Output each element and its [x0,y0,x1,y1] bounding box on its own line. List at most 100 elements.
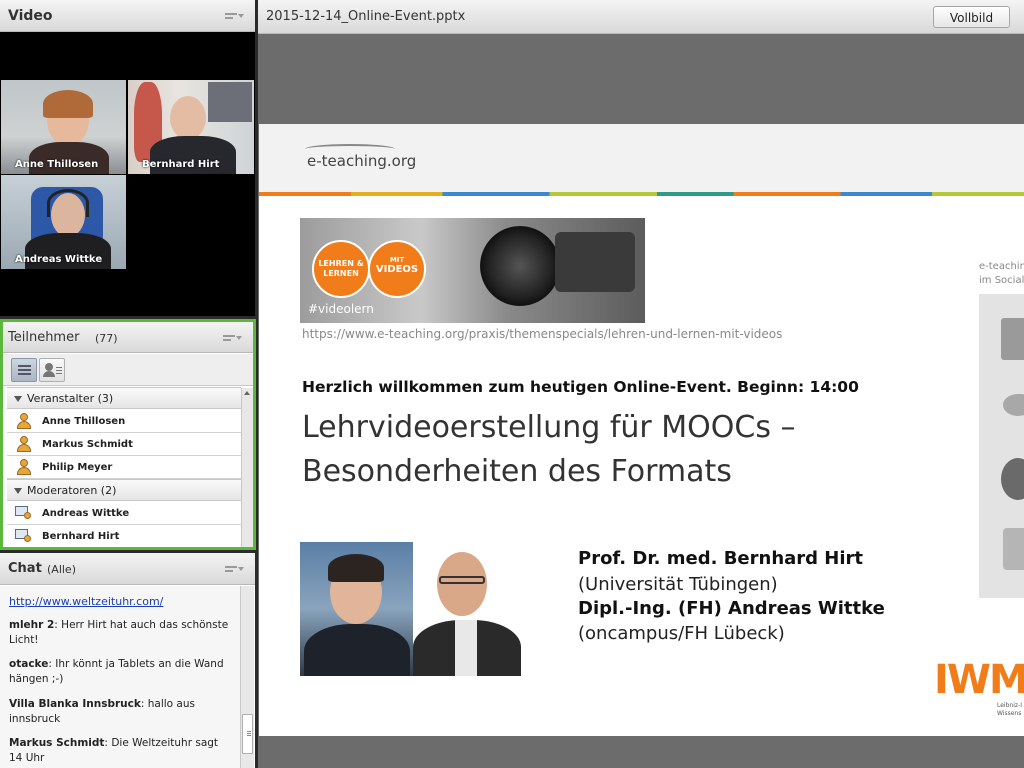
speaker-photo-hirt [300,542,413,676]
group-header-moderators[interactable]: Moderatoren (2) [7,479,241,501]
attendee-row[interactable]: Andreas Wittke [7,502,241,525]
group-label: Moderatoren (2) [27,484,117,497]
presentation-slide: e-teaching.org LEHREN & LERNEN MIT VIDEO… [259,124,1024,736]
badge-mit-videos: MIT VIDEOS [368,240,426,298]
speaker-glasses [439,576,485,584]
presenter-icon [15,528,33,544]
attendee-row[interactable]: Philip Meyer [7,456,241,479]
scroll-up-arrow[interactable] [244,391,250,395]
slide-logo: e-teaching.org [307,152,416,170]
chat-author: otacke [9,658,49,670]
video-hair [43,90,93,118]
video-name-label: Bernhard Hirt [142,159,220,170]
chat-scrollbar[interactable] [240,586,254,768]
iwm-sub1: Leibniz-I [997,702,1022,709]
scroll-thumb[interactable] [242,714,253,754]
video-name-label: Andreas Wittke [15,254,103,265]
twitter-icon [1003,394,1024,416]
attendee-count: (77) [95,332,118,345]
video-tile-andreas[interactable]: Andreas Wittke [1,175,126,269]
attendee-name: Bernhard Hirt [42,531,120,542]
list-view-button[interactable] [11,358,37,382]
user-view-button[interactable] [39,358,65,382]
attendee-list: Veranstalter (3) Anne Thillosen Markus S… [3,387,253,547]
hashtag: #videolern [308,302,374,316]
video-pod-title: Video [8,8,53,24]
chat-author: mlehr 2 [9,619,55,631]
video-person [170,96,206,140]
speaker-body [304,624,410,676]
welcome-text: Herzlich willkommen zum heutigen Online-… [302,378,859,396]
badge-lehren-lernen: LEHREN & LERNEN [312,240,370,298]
speaker-photo-wittke [413,542,521,676]
camera-body [555,232,635,292]
grip-icon [247,731,251,732]
fullscreen-label: Vollbild [949,11,994,25]
attendee-row[interactable]: Bernhard Hirt [7,525,241,547]
attendee-scrollbar[interactable] [241,388,253,547]
youtube-icon [1001,458,1024,500]
pod-menu-icon[interactable] [225,11,244,21]
host-user-icon [15,436,33,452]
share-pod-bottom [259,736,1024,768]
videolern-banner: LEHREN & LERNEN MIT VIDEOS #videolern [300,218,645,323]
chat-filter[interactable]: (Alle) [47,563,76,576]
list-view-icon [18,365,31,367]
attendees-pod-header: Teilnehmer (77) [3,322,253,353]
collapse-icon[interactable] [14,396,22,402]
attendee-row[interactable]: Anne Thillosen [7,410,241,433]
video-name-label: Anne Thillosen [15,159,99,170]
slide-title-line2: Besonderheiten des Formats [302,454,732,489]
social-sidebar [979,294,1024,598]
collapse-icon[interactable] [14,488,22,494]
speaker1-affil: (Universität Tübingen) [578,574,778,595]
video-tile-bernhard[interactable]: Bernhard Hirt [128,80,254,174]
video-pod: Video Anne Thillosen Bernhard Hirt Andre… [0,0,255,316]
iwm-sub2: Wissens [997,710,1022,717]
attendees-pod-title: Teilnehmer [8,330,80,345]
attendees-toolbar [3,354,253,386]
share-pod-header: 2015-12-14_Online-Event.pptx Vollbild [258,0,1024,34]
user-icon-body [43,371,55,377]
pod-menu-icon[interactable] [223,333,242,343]
attendee-name: Andreas Wittke [42,508,130,519]
video-headset [47,189,89,217]
chat-message: mlehr 2: Herr Hirt hat auch das schönste… [9,619,229,646]
slide-url: https://www.e-teaching.org/praxis/themen… [302,327,783,341]
social-sidebar-text2: im Social [979,275,1024,286]
attendee-row[interactable]: Markus Schmidt [7,433,241,456]
user-list-lines [56,367,62,368]
speaker1-name: Prof. Dr. med. Bernhard Hirt [578,548,864,569]
attendee-name: Markus Schmidt [42,439,133,450]
chat-message: Markus Schmidt: Die Weltzeituhr sagt 14 … [9,737,219,764]
iwm-logo: IWM [934,657,1024,703]
chat-pod-header: Chat (Alle) [0,553,255,585]
camera-lens [480,226,560,306]
chat-message: Villa Blanka Innsbruck: hallo aus innsbr… [9,698,195,725]
badge-right-big: VIDEOS [375,264,419,275]
slide-title-line1: Lehrvideoerstellung für MOOCs – [302,410,796,445]
pod-menu-icon[interactable] [225,564,244,574]
fullscreen-button[interactable]: Vollbild [933,6,1010,28]
video-tile-anne[interactable]: Anne Thillosen [1,80,126,174]
badge-left-text: LEHREN & LERNEN [318,259,364,278]
social-sidebar-text1: e-teachin [979,261,1024,272]
attendee-name: Anne Thillosen [42,416,126,427]
logo-swoosh [305,144,395,154]
facebook-icon [1001,318,1024,360]
chat-pod-title: Chat [8,561,42,576]
chat-messages: http://www.weltzeituhr.com/ mlehr 2: Her… [0,586,240,768]
badge-right-small: MIT [389,256,405,264]
chat-author: Markus Schmidt [9,737,105,749]
group-header-hosts[interactable]: Veranstalter (3) [7,387,241,409]
color-stripe [259,192,1024,196]
user-icon [45,363,53,371]
chat-link[interactable]: http://www.weltzeituhr.com/ [9,594,234,609]
logo-text: e-teaching.org [307,152,417,170]
speaker2-affil: (oncampus/FH Lübeck) [578,623,785,644]
speaker-shirt [455,620,477,676]
chat-message: otacke: Ihr könnt ja Tablets an die Wand… [9,658,224,685]
attendee-name: Philip Meyer [42,462,113,473]
speaker-hair [328,554,384,582]
speaker-face [437,552,487,616]
